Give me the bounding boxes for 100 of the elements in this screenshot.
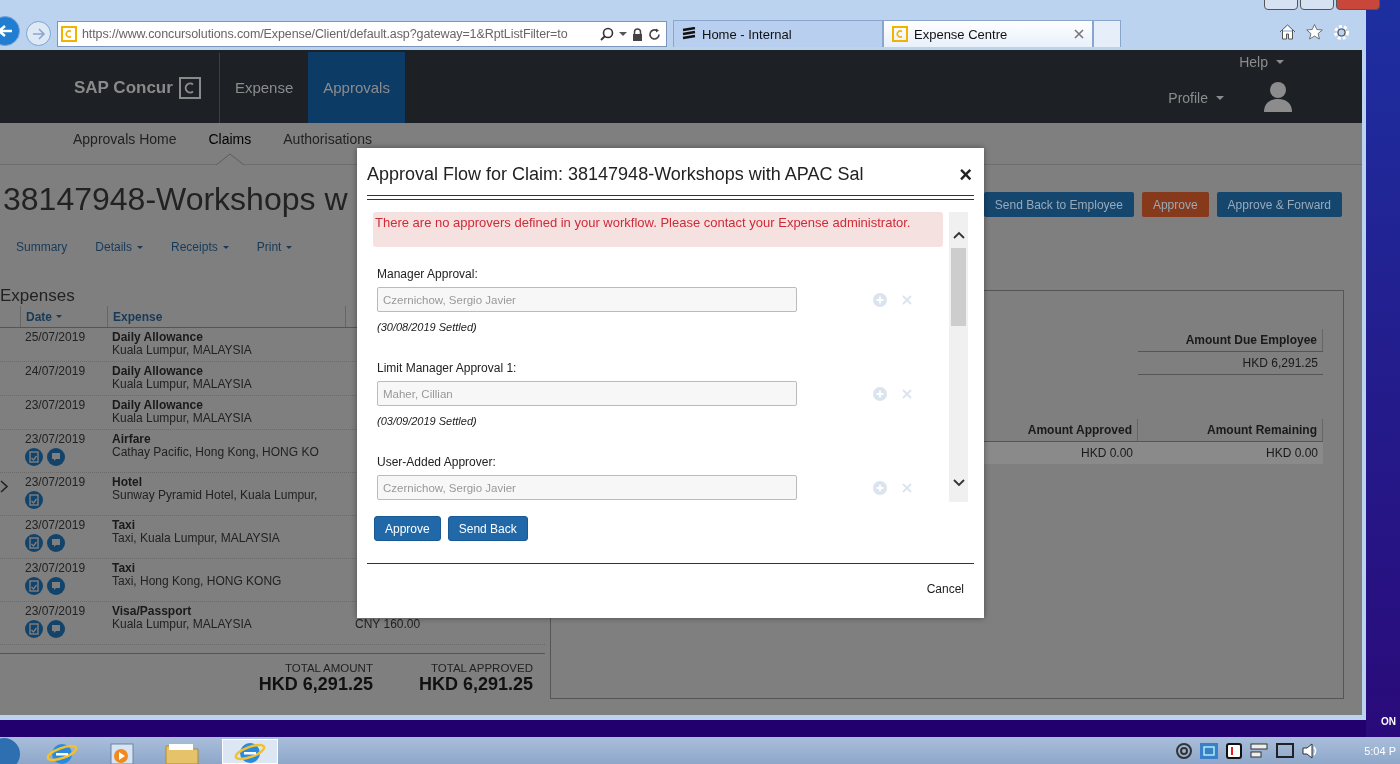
expense-detail: Cathay Pacific, Hong Kong, HONG KO	[112, 446, 320, 459]
clock[interactable]: 5:04 P	[1364, 744, 1396, 757]
column-header[interactable]: Expense	[107, 306, 345, 327]
forward-button[interactable]	[26, 21, 51, 46]
browser-tab[interactable]: Home - Internal	[673, 20, 883, 47]
expense-type: Daily Allowance	[112, 365, 204, 378]
comment-icon[interactable]	[47, 448, 65, 466]
star-icon[interactable]	[1306, 24, 1323, 40]
cancel-button[interactable]: Cancel	[920, 581, 970, 597]
date-cell: 23/07/2019	[25, 604, 86, 618]
forward-arrow-icon	[31, 27, 46, 40]
url-text: https://www.concursolutions.com/Expense/Client/default.asp?gateway=1&RptListFilter=to	[82, 27, 568, 41]
site-logo-icon	[61, 26, 77, 42]
profile-menu[interactable]: Profile	[1168, 90, 1224, 106]
expense-type: Taxi	[112, 562, 137, 575]
amount-cell: HKD 0.00	[983, 442, 1138, 464]
network-icon[interactable]	[1250, 742, 1269, 759]
tab-pointer-icon	[215, 153, 244, 165]
receipt-icon[interactable]	[25, 534, 43, 552]
claim-tab[interactable]: Details	[95, 240, 144, 254]
start-button[interactable]	[0, 738, 22, 764]
field-label: Manager Approval:	[377, 267, 479, 281]
claim-tab[interactable]: Print	[256, 240, 293, 254]
action-button[interactable]: Approve & Forward	[1216, 192, 1342, 217]
caret-icon[interactable]	[619, 32, 627, 36]
expense-detail: Kuala Lumpur, MALAYSIA	[112, 412, 253, 425]
column-header: Amount Remaining	[1138, 419, 1323, 441]
amount-cell-text: CNY 160.00	[355, 618, 422, 631]
media-player-icon[interactable]	[109, 742, 135, 764]
action-button[interactable]: Send Back to Employee	[983, 192, 1134, 217]
expense-type: Airfare	[112, 433, 152, 446]
comment-icon[interactable]	[47, 534, 65, 552]
lock-icon	[632, 27, 643, 41]
refresh-icon[interactable]	[648, 27, 661, 41]
address-bar[interactable]: https://www.concursolutions.com/Expense/Client/default.asp?gateway=1&RptListFilter=to	[57, 21, 667, 47]
subnav-tab[interactable]: Claims	[208, 123, 252, 165]
claim-tab[interactable]: Receipts	[171, 240, 229, 254]
subnav-tab[interactable]: Authorisations	[283, 123, 372, 165]
avatar-icon[interactable]	[1264, 80, 1292, 112]
receipt-icon[interactable]	[25, 577, 43, 595]
receipt-icon[interactable]	[25, 448, 43, 466]
field-label: User-Added Approver:	[377, 455, 497, 469]
new-tab-button[interactable]	[1093, 20, 1121, 47]
comment-icon[interactable]	[47, 620, 65, 638]
taskbar-item[interactable]	[222, 739, 278, 764]
total-label: TOTAL AMOUNT	[283, 662, 373, 674]
expense-detail: Sunway Pyramid Hotel, Kuala Lumpur,	[112, 489, 319, 502]
date-cell: 25/07/2019	[25, 330, 86, 344]
error-alert: There are no approvers defined in your workflow. Please contact your Expense administrator.	[373, 212, 943, 247]
field-label: Limit Manager Approval 1:	[377, 361, 518, 375]
expense-type: Daily Allowance	[112, 399, 204, 412]
monitor-icon[interactable]	[1276, 742, 1295, 759]
logo[interactable]: SAP Concur	[74, 53, 220, 123]
column-header[interactable]: Date	[20, 306, 107, 327]
desktop-label: ON	[1381, 716, 1396, 727]
action-button[interactable]: Approve	[1141, 192, 1209, 217]
comment-icon[interactable]	[47, 577, 65, 595]
stripes-icon	[682, 27, 696, 41]
app-icon[interactable]	[1226, 742, 1243, 759]
close-button[interactable]: ×	[957, 161, 974, 188]
expense-type: Taxi	[112, 519, 137, 532]
expense-detail: Taxi, Kuala Lumpur, MALAYSIA	[112, 532, 281, 545]
expense-detail: Kuala Lumpur, MALAYSIA	[112, 378, 253, 391]
receipt-icon[interactable]	[25, 620, 43, 638]
settings-icon[interactable]	[1333, 24, 1350, 41]
close-icon[interactable]	[1074, 29, 1084, 39]
site-logo-icon	[892, 26, 908, 42]
nav-tab[interactable]: Approvals	[308, 52, 405, 123]
home-icon[interactable]	[1279, 24, 1296, 40]
column-header: Amount Due Employee	[1138, 329, 1323, 351]
expense-detail: Kuala Lumpur, MALAYSIA	[112, 344, 253, 357]
help-menu[interactable]: Help	[1239, 54, 1284, 70]
back-arrow-icon	[0, 24, 13, 38]
date-cell: 23/07/2019	[25, 398, 86, 412]
scrollbar[interactable]	[949, 212, 968, 502]
section-heading: Expenses	[0, 286, 75, 306]
nav-tab[interactable]: Expense	[219, 52, 309, 123]
date-cell: 23/07/2019	[25, 518, 86, 532]
scroll-down-icon[interactable]	[952, 478, 965, 488]
total-label: TOTAL APPROVED	[429, 662, 533, 674]
subnav-tab[interactable]: Approvals Home	[73, 123, 177, 165]
date-cell: 23/07/2019	[25, 432, 86, 446]
expense-type: Daily Allowance	[112, 331, 204, 344]
scroll-thumb[interactable]	[951, 248, 966, 326]
settled-note: (03/09/2019 Settled)	[377, 415, 478, 427]
spiral-icon[interactable]	[1176, 742, 1193, 759]
date-cell: 23/07/2019	[25, 561, 86, 575]
dialog-button[interactable]: Approve	[374, 516, 441, 541]
browser-tab[interactable]: Expense Centre	[883, 20, 1093, 47]
scroll-up-icon[interactable]	[952, 230, 965, 240]
expense-type: Hotel	[112, 476, 143, 489]
amount-cell-text: HKD 6,291.25	[1241, 355, 1319, 372]
dialog-button[interactable]: Send Back	[447, 516, 528, 541]
total-value: HKD 6,291.25	[258, 674, 373, 695]
receipt-icon[interactable]	[25, 491, 43, 509]
claim-title: 38147948-Workshops w	[3, 181, 348, 218]
claim-tab[interactable]: Summary	[16, 240, 68, 254]
total-value: HKD 6,291.25	[418, 674, 533, 695]
search-icon[interactable]	[600, 27, 614, 41]
expense-detail: Taxi, Hong Kong, HONG KONG	[112, 575, 283, 588]
